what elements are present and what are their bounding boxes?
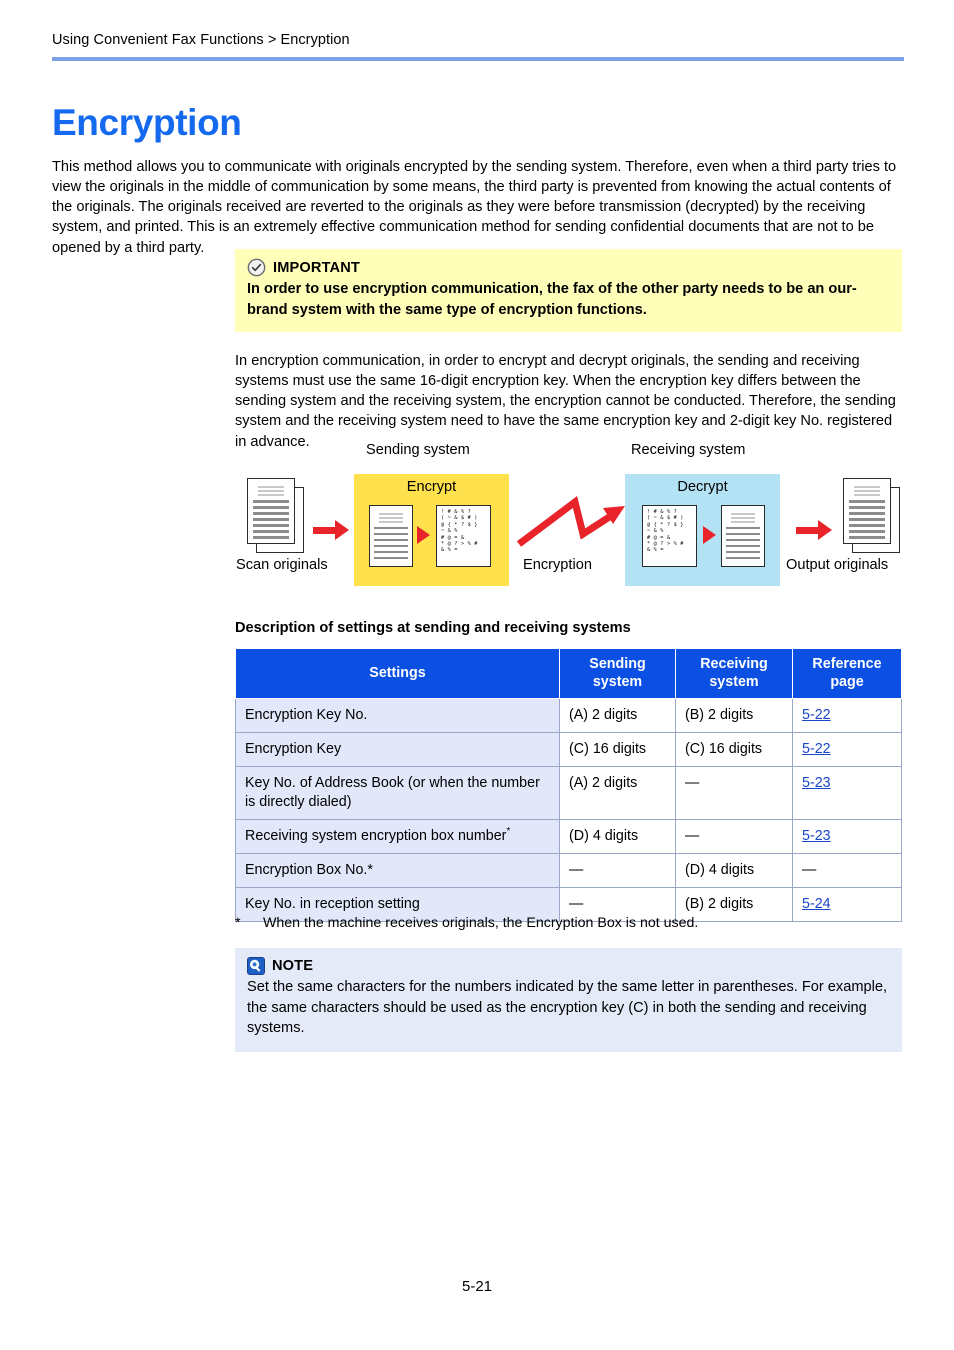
cell-setting: Encryption Box No.*: [235, 853, 560, 888]
decrypt-inner-arrow-icon: [703, 526, 716, 544]
cell-sending: (A) 2 digits: [559, 698, 676, 733]
decrypt-plain-doc-icon: [721, 505, 765, 567]
important-label: IMPORTANT: [273, 259, 360, 276]
cell-reference: —: [792, 853, 902, 888]
cell-receiving: —: [675, 819, 793, 854]
encryption-label: Encryption: [523, 557, 592, 573]
cell-setting-text: Receiving system encryption box number: [245, 828, 507, 844]
encrypt-panel-title: Encrypt: [406, 479, 457, 495]
encryption-key-paragraph: In encryption communication, in order to…: [235, 352, 896, 450]
footnote-mark: *: [235, 915, 241, 931]
cell-receiving: (D) 4 digits: [675, 853, 793, 888]
encrypt-panel: Encrypt ! # & % ? ( ~ & $ # ) @ { * ? $ …: [354, 474, 509, 586]
page-title: Encryption: [52, 101, 242, 143]
cell-setting: Encryption Key No.: [235, 698, 560, 733]
important-header: IMPORTANT: [247, 258, 890, 277]
encrypt-inner-arrow-icon: [417, 526, 430, 544]
cell-setting: Key No. of Address Book (or when the num…: [235, 766, 560, 820]
cell-sending: (C) 16 digits: [559, 732, 676, 767]
encrypt-plain-doc-icon: [369, 505, 413, 567]
scan-originals-label: Scan originals: [236, 557, 328, 573]
breadcrumb: Using Convenient Fax Functions > Encrypt…: [52, 32, 350, 48]
cell-reference: 5-23: [792, 766, 902, 820]
decrypt-panel: Decrypt ! # & % ? ( ~ & $ # ) @ { * ? $ …: [625, 474, 780, 586]
page-number: 5-21: [461, 1278, 493, 1295]
document-page: Using Convenient Fax Functions > Encrypt…: [0, 0, 954, 1350]
output-originals-doc-icon: [843, 478, 900, 553]
decrypt-cipher-doc-icon: ! # & % ? ( ~ & $ # ) @ { * ? $ } ~ & % …: [642, 505, 697, 567]
decrypt-panel-title: Decrypt: [677, 479, 728, 495]
intro-paragraph: This method allows you to communicate wi…: [52, 158, 897, 256]
cell-sending: (A) 2 digits: [559, 766, 676, 820]
encryption-transmission-arrow-icon: [516, 496, 625, 547]
reference-link[interactable]: 5-23: [802, 775, 831, 791]
check-circle-icon: [247, 258, 266, 277]
table-row: Encryption Key No. (A) 2 digits (B) 2 di…: [235, 698, 902, 733]
encryption-flow-diagram: Sending system Receiving system Encrypt …: [235, 440, 905, 592]
note-label: NOTE: [272, 958, 314, 974]
encrypt-cipher-doc-icon: ! # & % ? ( ~ & $ # ) @ { * ? $ } ~ & % …: [436, 505, 491, 567]
reference-link[interactable]: 5-24: [802, 896, 831, 912]
reference-link[interactable]: 5-22: [802, 707, 831, 723]
important-body: In order to use encryption communication…: [247, 281, 857, 318]
cell-receiving: (C) 16 digits: [675, 732, 793, 767]
cell-sending: —: [559, 853, 676, 888]
footnote-text: When the machine receives originals, the…: [263, 915, 699, 931]
diagram-sending-system-caption: Sending system: [366, 442, 470, 458]
cell-setting: Receiving system encryption box number*: [235, 819, 560, 854]
settings-table: Settings Sending system Receiving system…: [235, 648, 902, 922]
output-originals-label: Output originals: [786, 557, 889, 573]
column-header-reference-page: Reference page: [792, 648, 902, 699]
table-header-row: Settings Sending system Receiving system…: [235, 648, 902, 699]
table-caption: Description of settings at sending and r…: [235, 620, 631, 636]
cell-receiving: (B) 2 digits: [675, 698, 793, 733]
cell-setting: Encryption Key: [235, 732, 560, 767]
column-header-settings: Settings: [235, 648, 560, 699]
note-callout: NOTE Set the same characters for the num…: [235, 948, 902, 1052]
column-header-receiving-system: Receiving system: [675, 648, 793, 699]
cell-sending: (D) 4 digits: [559, 819, 676, 854]
diagram-receiving-system-caption: Receiving system: [631, 442, 746, 458]
reference-link[interactable]: 5-23: [802, 828, 831, 844]
cell-reference: 5-22: [792, 698, 902, 733]
note-header: NOTE: [247, 957, 890, 975]
header-rule: [52, 57, 904, 61]
table-footnote: * When the machine receives originals, th…: [235, 915, 905, 931]
table-row: Encryption Key (C) 16 digits (C) 16 digi…: [235, 732, 902, 767]
cell-reference: 5-23: [792, 819, 902, 854]
note-magnifier-icon: [247, 957, 265, 975]
footnote-marker: *: [506, 826, 511, 838]
scan-originals-doc-icon: [247, 478, 304, 553]
table-row: Encryption Box No.* — (D) 4 digits —: [235, 853, 902, 888]
column-header-sending-system: Sending system: [559, 648, 676, 699]
doc-front-sheet: [843, 478, 891, 544]
table-row: Receiving system encryption box number* …: [235, 819, 902, 854]
table-row: Key No. of Address Book (or when the num…: [235, 766, 902, 820]
note-body: Set the same characters for the numbers …: [247, 979, 888, 1036]
reference-link[interactable]: 5-22: [802, 741, 831, 757]
cell-reference: 5-22: [792, 732, 902, 767]
cell-receiving: —: [675, 766, 793, 820]
important-callout: IMPORTANT In order to use encryption com…: [235, 249, 902, 332]
doc-front-sheet: [247, 478, 295, 544]
